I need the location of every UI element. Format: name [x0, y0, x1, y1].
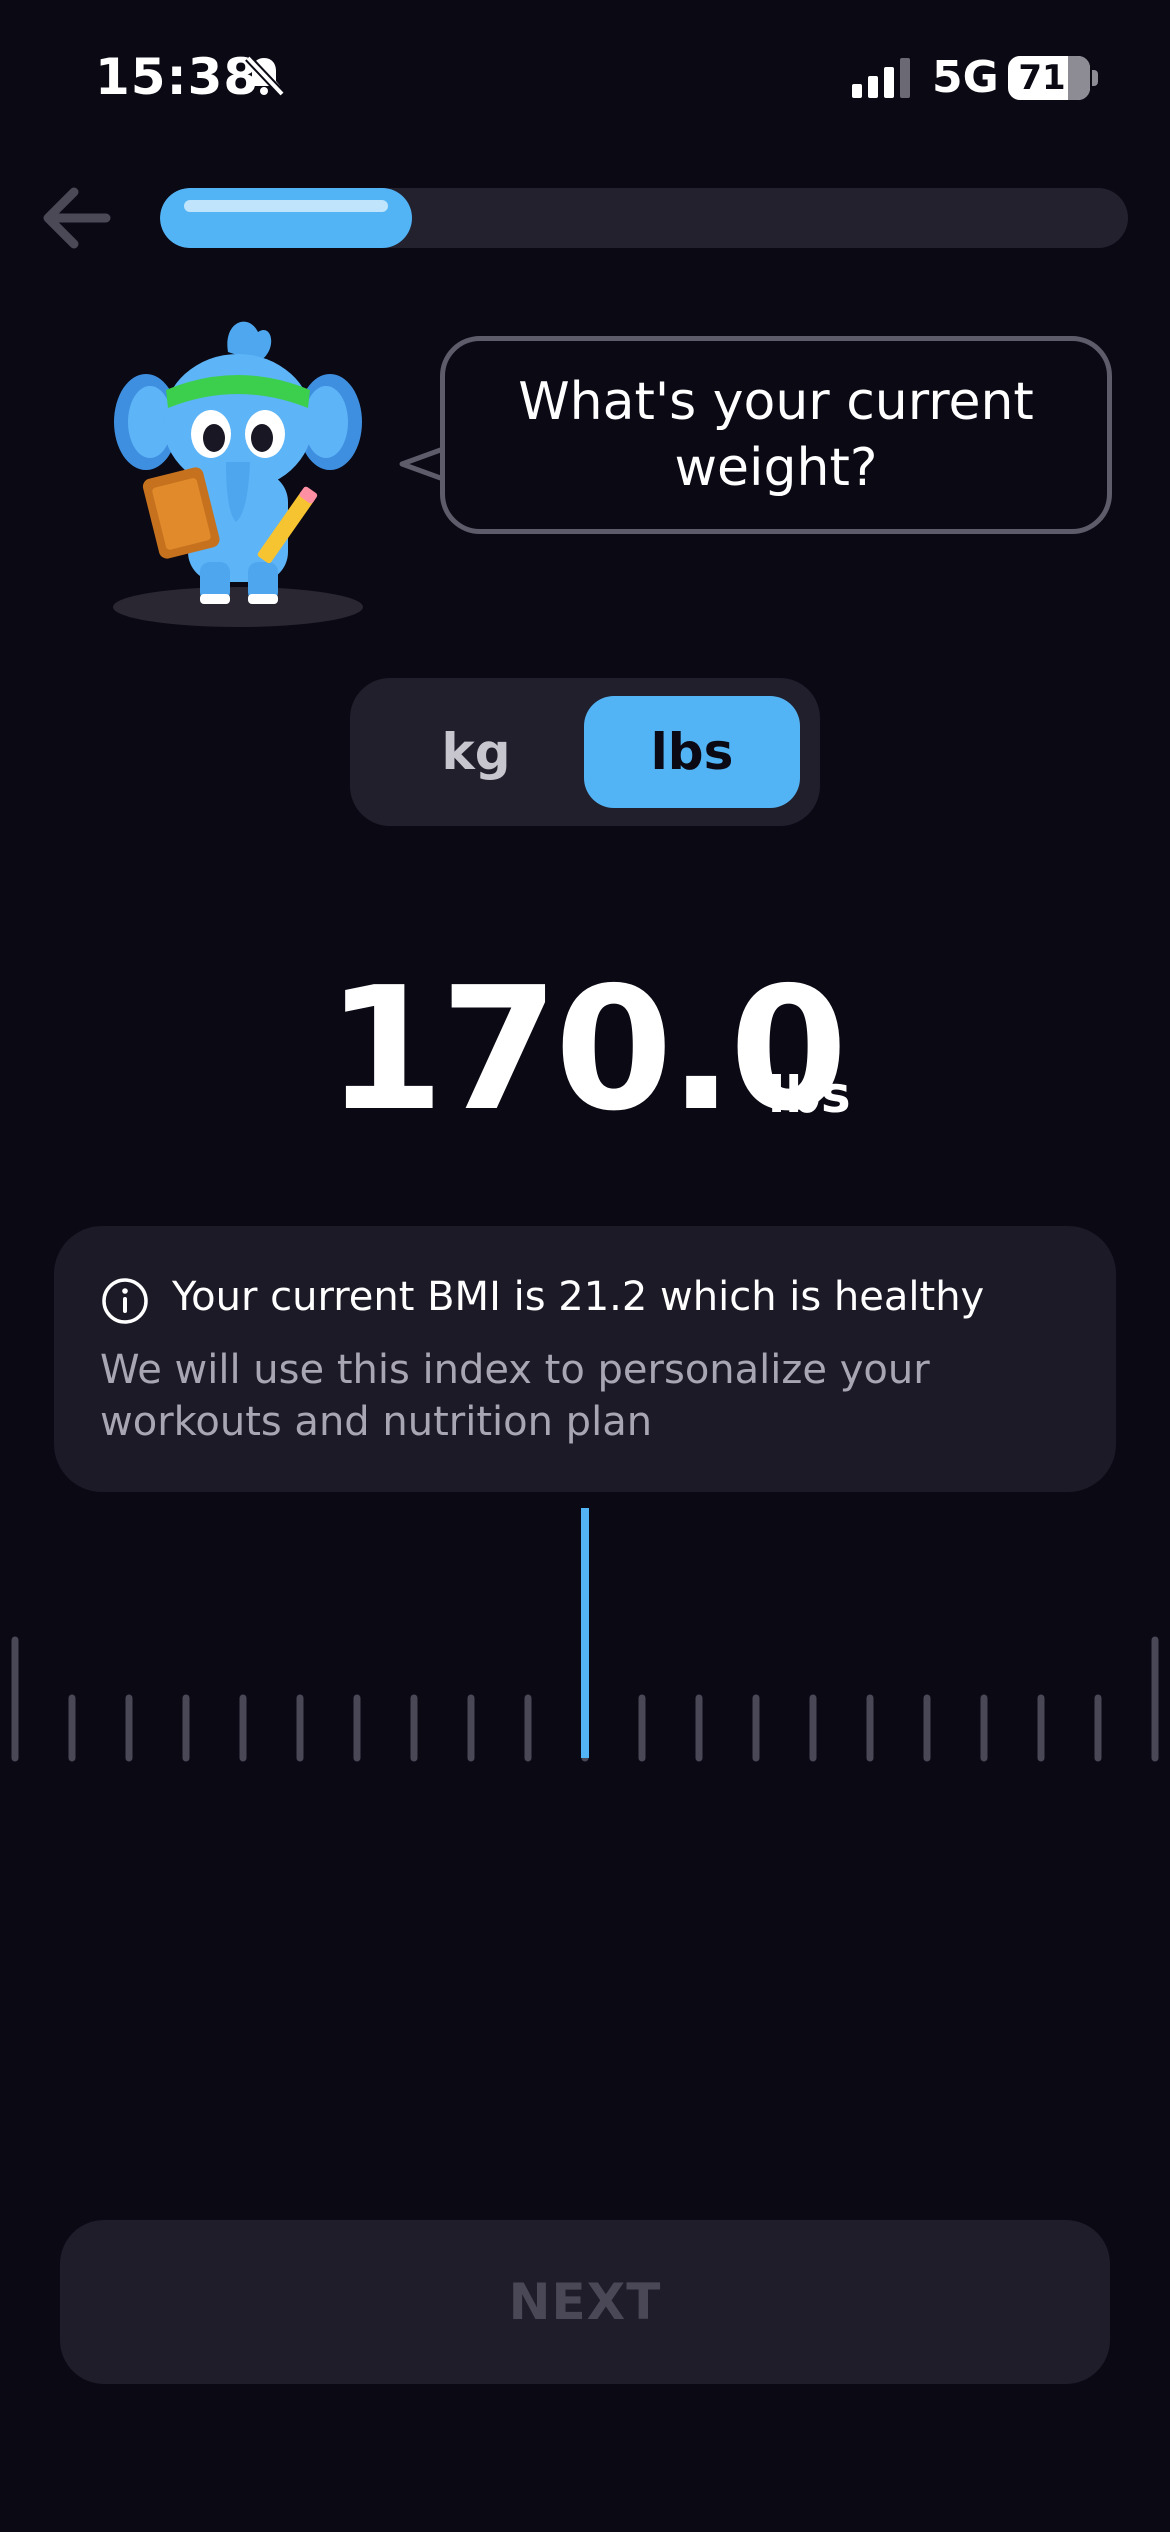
onboarding-progress-bar [160, 188, 1128, 248]
question-text: What's your current weight? [518, 372, 1034, 498]
arrow-left-icon [43, 187, 111, 249]
info-icon [102, 1278, 148, 1324]
battery-indicator: 71 [1008, 56, 1090, 100]
bmi-title: Your current BMI is 21.2 which is health… [172, 1274, 985, 1320]
bmi-description: We will use this index to personalize yo… [100, 1347, 930, 1445]
network-type: 5G [932, 52, 999, 103]
battery-nub [1092, 70, 1098, 86]
status-time: 15:38 [95, 48, 260, 106]
weight-screen: 15:38 5G 71 What's your current weight? … [0, 0, 1170, 2532]
weight-ruler-slider[interactable] [0, 1500, 1170, 1770]
unit-toggle: kg lbs [350, 678, 820, 826]
bell-off-icon [245, 55, 285, 97]
question-speech-bubble: What's your current weight? [440, 336, 1112, 534]
progress-fill [160, 188, 412, 248]
cellular-signal-icon [852, 58, 910, 98]
battery-level: 71 [1018, 58, 1066, 98]
unit-lbs-option[interactable]: lbs [584, 696, 800, 808]
progress-shine [184, 200, 388, 212]
back-button[interactable] [38, 178, 118, 258]
next-button[interactable]: NEXT [60, 2220, 1110, 2384]
weight-unit-label: lbs [768, 1066, 851, 1124]
elephant-mascot-icon [113, 321, 363, 627]
weight-value: 170.0 [326, 951, 848, 1149]
unit-kg-option[interactable]: kg [368, 696, 584, 808]
bmi-info-card: Your current BMI is 21.2 which is health… [54, 1226, 1116, 1492]
